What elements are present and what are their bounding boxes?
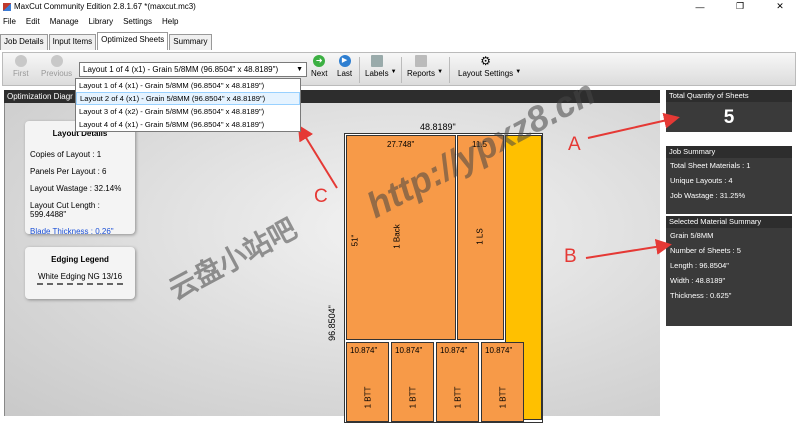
layout-option[interactable]: Layout 1 of 4 (x1) - Grain 5/8MM (96.850… bbox=[76, 79, 300, 92]
annotation-b: B bbox=[564, 246, 577, 267]
annotation-c: C bbox=[314, 186, 328, 207]
arrow-c bbox=[297, 124, 338, 189]
arrow-a bbox=[587, 112, 680, 139]
annotation-a: A bbox=[568, 134, 581, 155]
arrow-b bbox=[585, 238, 672, 259]
layout-dropdown-list: Layout 1 of 4 (x1) - Grain 5/8MM (96.850… bbox=[75, 78, 301, 132]
layout-option[interactable]: Layout 2 of 4 (x1) - Grain 5/8MM (96.850… bbox=[76, 92, 300, 105]
layout-option[interactable]: Layout 3 of 4 (x2) - Grain 5/8MM (96.850… bbox=[76, 105, 300, 118]
layout-option[interactable]: Layout 4 of 4 (x1) - Grain 5/8MM (96.850… bbox=[76, 118, 300, 131]
